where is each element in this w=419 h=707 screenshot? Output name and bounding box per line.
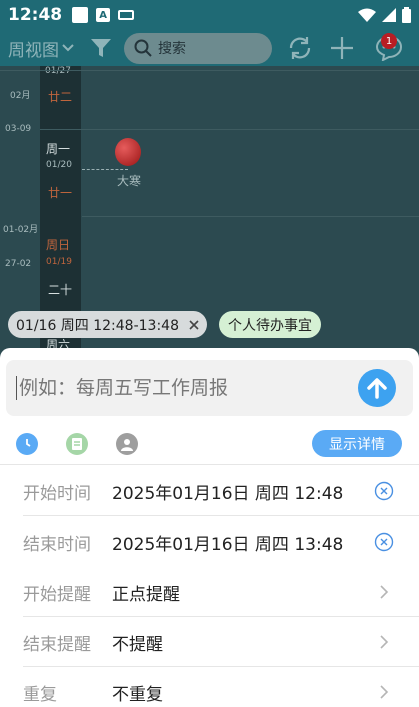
close-icon[interactable] xyxy=(189,319,199,330)
text-cursor xyxy=(16,376,17,400)
end-time-row[interactable]: 结束时间 2025年01月16日 周四 13:48 xyxy=(0,517,419,567)
time-range-text: 01/16 周四 12:48-13:48 xyxy=(16,317,179,334)
messages-icon[interactable]: 1 xyxy=(372,33,406,63)
date-label: 01/19 xyxy=(46,257,72,267)
clear-icon[interactable] xyxy=(374,481,394,501)
event-title-field[interactable] xyxy=(6,360,413,416)
row-label: 开始提醒 xyxy=(23,584,91,605)
quick-options-row: 显示详情 xyxy=(0,430,419,457)
start-time-row[interactable]: 开始时间 2025年01月16日 周四 12:48 xyxy=(0,466,419,516)
row-label: 开始时间 xyxy=(23,483,91,504)
submit-button[interactable] xyxy=(358,369,396,407)
signal-icon xyxy=(382,8,396,22)
row-label: 结束提醒 xyxy=(23,634,91,655)
time-range-chip[interactable]: 01/16 周四 12:48-13:48 xyxy=(8,311,207,338)
row-label: 结束时间 xyxy=(23,534,91,555)
search-field[interactable]: 搜索 xyxy=(124,32,272,64)
arrow-up-icon xyxy=(367,378,387,399)
row-value: 不重复 xyxy=(112,684,163,705)
notification-icon xyxy=(72,7,89,23)
new-event-sheet: 显示详情 开始时间 2025年01月16日 周四 12:48 结束时间 2025… xyxy=(0,348,419,707)
chevron-right-icon xyxy=(374,582,394,602)
view-selector-label: 周视图 xyxy=(8,40,59,61)
sync-icon[interactable] xyxy=(286,34,314,62)
row-value: 2025年01月16日 周四 13:48 xyxy=(112,534,344,555)
start-reminder-row[interactable]: 开始提醒 正点提醒 xyxy=(0,567,419,617)
top-toolbar: 周视图 搜索 1 xyxy=(0,30,419,66)
lunar-label: 二十 xyxy=(48,283,73,297)
battery-icon xyxy=(402,7,411,23)
row-value: 正点提醒 xyxy=(112,584,180,605)
keyboard-icon xyxy=(118,10,135,20)
status-time: 12:48 xyxy=(8,5,63,25)
show-details-button[interactable]: 显示详情 xyxy=(312,430,402,457)
month-label: 01-02月 xyxy=(3,225,39,235)
balloon-icon xyxy=(115,138,141,166)
clock-icon[interactable] xyxy=(16,433,38,455)
weekday-label: 周日 xyxy=(46,238,71,252)
search-icon xyxy=(134,39,152,57)
lunar-label: 廿二 xyxy=(48,90,73,104)
chevron-right-icon xyxy=(374,632,394,652)
add-icon[interactable] xyxy=(330,36,354,60)
row-value: 2025年01月16日 周四 12:48 xyxy=(112,483,344,504)
week-label: 27-02 xyxy=(5,259,32,269)
weekday-label: 周一 xyxy=(46,142,71,156)
date-label: 01/27 xyxy=(45,66,71,76)
week-label: 03-09 xyxy=(5,124,32,134)
filter-icon[interactable] xyxy=(90,37,112,59)
message-badge: 1 xyxy=(381,33,397,49)
category-text: 个人待办事宜 xyxy=(228,317,312,334)
month-label: 02月 xyxy=(10,91,31,101)
category-chip[interactable]: 个人待办事宜 xyxy=(219,311,321,338)
event-title-input[interactable] xyxy=(19,377,349,399)
search-placeholder: 搜索 xyxy=(158,41,186,57)
app-a-icon: A xyxy=(96,8,111,22)
row-label: 重复 xyxy=(23,684,57,705)
status-bar: 12:48 A xyxy=(0,0,419,30)
person-icon[interactable] xyxy=(116,433,138,455)
clear-icon[interactable] xyxy=(374,532,394,552)
date-label: 01/20 xyxy=(46,160,72,170)
repeat-row[interactable]: 重复 不重复 xyxy=(0,667,419,707)
end-reminder-row[interactable]: 结束提醒 不提醒 xyxy=(0,617,419,667)
chevron-right-icon xyxy=(374,682,394,702)
note-icon[interactable] xyxy=(66,433,88,455)
row-value: 不提醒 xyxy=(112,634,163,655)
view-selector[interactable]: 周视图 xyxy=(8,36,74,61)
solar-term-label: 大寒 xyxy=(117,174,142,188)
wifi-icon xyxy=(358,8,376,22)
lunar-label: 廿一 xyxy=(48,186,73,200)
chevron-down-icon xyxy=(62,44,74,52)
